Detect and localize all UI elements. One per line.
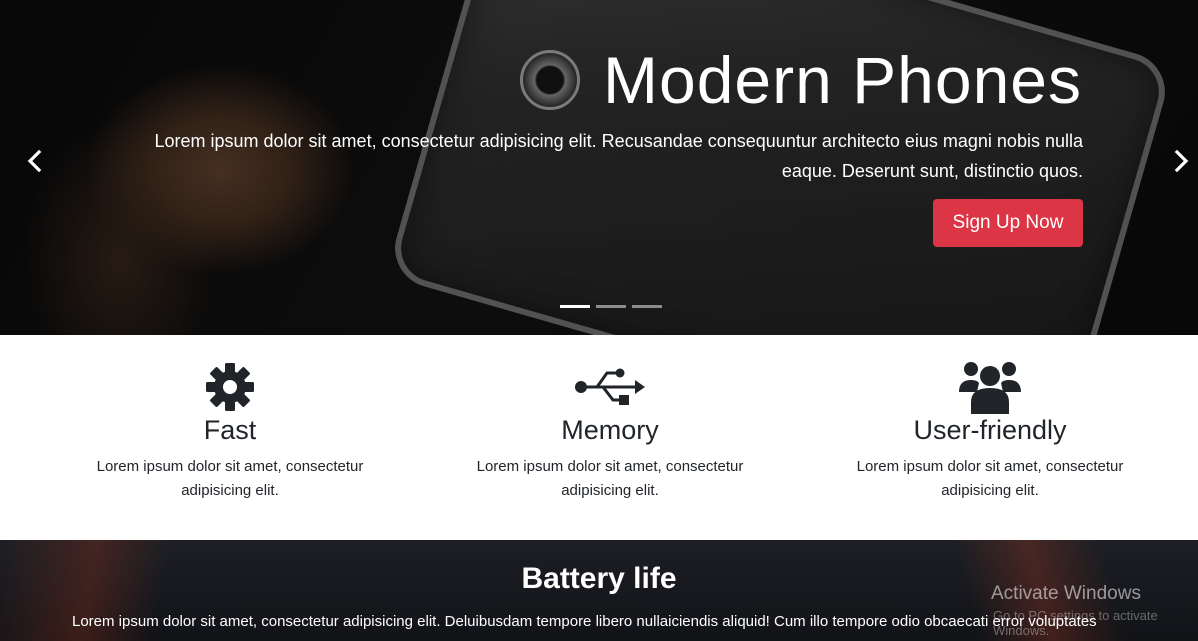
activate-windows-subtitle: Go to PC settings to activate Windows. [993, 608, 1158, 638]
feature-title: User-friendly [913, 415, 1067, 445]
feature-title: Fast [203, 415, 257, 445]
carousel-indicator-2[interactable] [596, 305, 626, 308]
hero-title: Modern Phones [603, 43, 1082, 117]
sign-up-button[interactable]: Sign Up Now [933, 199, 1083, 247]
feature-text: Lorem ipsum dolor sit amet, consectetur … [856, 458, 1124, 499]
usb-icon [573, 359, 647, 415]
carousel-next-button[interactable] [1166, 146, 1196, 176]
carousel-indicator-3[interactable] [632, 305, 662, 308]
hero-text: Lorem ipsum dolor sit amet, consectetur … [154, 131, 1083, 181]
carousel-prev-button[interactable] [20, 146, 50, 176]
gear-icon [205, 359, 255, 415]
chevron-right-icon [1174, 150, 1189, 172]
carousel-indicators [560, 305, 662, 308]
carousel-indicator-1[interactable] [560, 305, 590, 308]
feature-text: Lorem ipsum dolor sit amet, consectetur … [476, 458, 744, 499]
chevron-left-icon [27, 150, 42, 172]
battery-text: Lorem ipsum dolor sit amet, consectetur … [72, 613, 1097, 630]
hero-carousel: Modern Phones Lorem ipsum dolor sit amet… [0, 0, 1198, 335]
features-section: Fast Lorem ipsum dolor sit amet, consect… [0, 335, 1198, 540]
users-icon [959, 359, 1021, 415]
activate-windows-watermark: Activate Windows [991, 583, 1141, 604]
feature-text: Lorem ipsum dolor sit amet, consectetur … [96, 458, 364, 499]
feature-title: Memory [561, 415, 659, 445]
